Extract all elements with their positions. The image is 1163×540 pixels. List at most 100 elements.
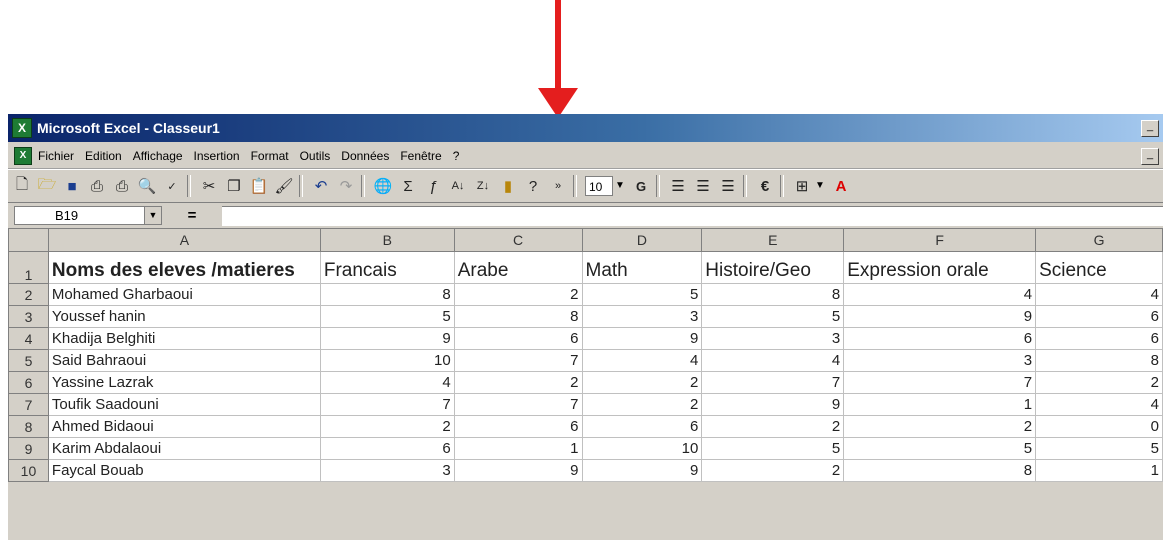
cell-student-name[interactable]: Karim Abdalaoui	[47, 437, 321, 460]
cell-header-histoire-geo[interactable]: Histoire/Geo	[701, 251, 845, 284]
cut-icon[interactable]: ✂	[198, 175, 220, 197]
cell-grade[interactable]: 2	[701, 459, 845, 482]
copy-icon[interactable]: ❐	[223, 175, 245, 197]
cell-grade[interactable]: 8	[843, 459, 1037, 482]
cell-student-name[interactable]: Khadija Belghiti	[47, 327, 321, 350]
paste-icon[interactable]: 📋	[248, 175, 270, 197]
cell-grade[interactable]: 1	[843, 393, 1037, 416]
workbook-minimize-button[interactable]: _	[1141, 148, 1159, 165]
print-icon[interactable]: ⎙	[111, 175, 133, 197]
menu-donnees[interactable]: Données	[341, 149, 389, 163]
cell-grade[interactable]: 5	[701, 305, 845, 328]
minimize-button[interactable]: _	[1141, 120, 1159, 137]
row-header[interactable]: 8	[8, 415, 49, 438]
cell-grade[interactable]: 4	[1035, 393, 1163, 416]
cell-grade[interactable]: 8	[701, 283, 845, 306]
menu-affichage[interactable]: Affichage	[133, 149, 183, 163]
cell-grade[interactable]: 7	[453, 393, 583, 416]
row-header[interactable]: 2	[8, 283, 49, 306]
menu-fichier[interactable]: Fichier	[38, 149, 74, 163]
cell-grade[interactable]: 2	[843, 415, 1037, 438]
column-header-f[interactable]: F	[843, 228, 1037, 252]
align-left-icon[interactable]: ☰	[667, 175, 689, 197]
menu-help[interactable]: ?	[453, 149, 460, 163]
cell-grade[interactable]: 3	[843, 349, 1037, 372]
menu-insertion[interactable]: Insertion	[194, 149, 240, 163]
help-icon[interactable]: ?	[522, 175, 544, 197]
cell-grade[interactable]: 4	[843, 283, 1037, 306]
menu-edition[interactable]: Edition	[85, 149, 122, 163]
cell-grade[interactable]: 3	[319, 459, 455, 482]
cell-student-name[interactable]: Ahmed Bidaoui	[47, 415, 321, 438]
font-color-icon[interactable]: A	[830, 175, 852, 197]
select-all-corner[interactable]	[8, 228, 49, 252]
cell-grade[interactable]: 6	[581, 415, 703, 438]
row-header[interactable]: 9	[8, 437, 49, 460]
name-box[interactable]: B19 ▼	[14, 206, 162, 225]
save-icon[interactable]: ■	[61, 175, 83, 197]
cell-grade[interactable]: 5	[1035, 437, 1163, 460]
function-icon[interactable]: ƒ	[422, 175, 444, 197]
column-header-c[interactable]: C	[453, 228, 583, 252]
row-header[interactable]: 6	[8, 371, 49, 394]
excel-icon[interactable]: X	[12, 118, 32, 138]
column-header-a[interactable]: A	[47, 228, 321, 252]
cell-grade[interactable]: 2	[319, 415, 455, 438]
cell-grade[interactable]: 3	[701, 327, 845, 350]
font-size-field[interactable]: 10	[585, 176, 613, 196]
cell-grade[interactable]: 8	[453, 305, 583, 328]
column-header-g[interactable]: G	[1035, 228, 1163, 252]
cell-grade[interactable]: 5	[701, 437, 845, 460]
menu-fenetre[interactable]: Fenêtre	[400, 149, 441, 163]
cell-grade[interactable]: 5	[319, 305, 455, 328]
equals-icon[interactable]: =	[162, 207, 222, 224]
cell-grade[interactable]: 8	[1035, 349, 1163, 372]
align-center-icon[interactable]: ☰	[692, 175, 714, 197]
hyperlink-icon[interactable]: 🌐	[372, 175, 394, 197]
cell-grade[interactable]: 2	[453, 283, 583, 306]
bold-button[interactable]: G	[630, 175, 652, 197]
cell-grade[interactable]: 1	[453, 437, 583, 460]
cell-grade[interactable]: 7	[453, 349, 583, 372]
align-right-icon[interactable]: ☰	[717, 175, 739, 197]
cell-student-name[interactable]: Youssef hanin	[47, 305, 321, 328]
column-header-b[interactable]: B	[319, 228, 455, 252]
cell-grade[interactable]: 6	[453, 327, 583, 350]
row-header[interactable]: 10	[8, 459, 49, 482]
cell-grade[interactable]: 6	[1035, 305, 1163, 328]
chart-wizard-icon[interactable]: ▮	[497, 175, 519, 197]
formula-input[interactable]	[222, 205, 1163, 226]
sort-ascending-icon[interactable]: A↓	[447, 175, 469, 197]
cell-grade[interactable]: 10	[581, 437, 703, 460]
cell-grade[interactable]: 6	[843, 327, 1037, 350]
print-preview-icon[interactable]: 🔍	[136, 175, 158, 197]
row-header[interactable]: 5	[8, 349, 49, 372]
cell-grade[interactable]: 1	[1035, 459, 1163, 482]
cell-header-expression-orale[interactable]: Expression orale	[843, 251, 1037, 284]
new-document-icon[interactable]: 🗋	[11, 175, 33, 197]
cell-student-name[interactable]: Yassine Lazrak	[47, 371, 321, 394]
sort-descending-icon[interactable]: Z↓	[472, 175, 494, 197]
cell-grade[interactable]: 0	[1035, 415, 1163, 438]
cell-grade[interactable]: 2	[453, 371, 583, 394]
cell-grade[interactable]: 9	[581, 459, 703, 482]
workbook-icon[interactable]: X	[14, 146, 32, 165]
cell-header-math[interactable]: Math	[581, 251, 703, 284]
cell-header-science[interactable]: Science	[1035, 251, 1163, 284]
cell-grade[interactable]: 2	[581, 393, 703, 416]
row-header[interactable]: 4	[8, 327, 49, 350]
cell-grade[interactable]: 9	[453, 459, 583, 482]
menu-outils[interactable]: Outils	[300, 149, 331, 163]
cell-grade[interactable]: 7	[843, 371, 1037, 394]
cell-grade[interactable]: 2	[1035, 371, 1163, 394]
cell-grade[interactable]: 2	[581, 371, 703, 394]
spelling-icon[interactable]: ✓	[161, 175, 183, 197]
cell-header-francais[interactable]: Francais	[319, 251, 455, 284]
cell-grade[interactable]: 4	[581, 349, 703, 372]
column-header-d[interactable]: D	[581, 228, 703, 252]
undo-icon[interactable]: ↶	[310, 175, 332, 197]
cell-student-name[interactable]: Mohamed Gharbaoui	[47, 283, 321, 306]
row-header[interactable]: 7	[8, 393, 49, 416]
cell-grade[interactable]: 4	[1035, 283, 1163, 306]
cell-grade[interactable]: 6	[453, 415, 583, 438]
